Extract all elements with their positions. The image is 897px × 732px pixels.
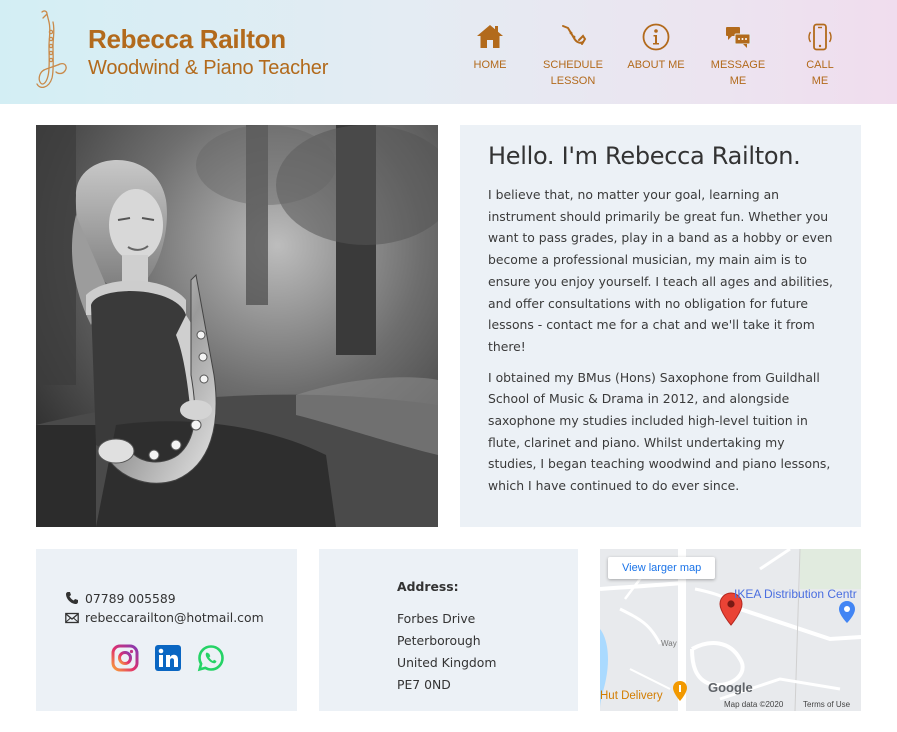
address-card: Address: Forbes Drive Peterborough Unite… xyxy=(319,549,578,711)
phone-handset-icon xyxy=(66,592,78,604)
bio-paragraph-2: I obtained my BMus (Hons) Saxophone from… xyxy=(488,369,831,494)
address-line: Forbes Drive xyxy=(397,611,476,626)
bio-heading: Hello. I'm Rebecca Railton. xyxy=(488,142,801,170)
address-line: United Kingdom xyxy=(397,655,497,670)
instagram-icon[interactable] xyxy=(111,644,139,676)
chat-icon xyxy=(726,27,751,48)
map-road-label: Way xyxy=(661,639,677,648)
nav-schedule-lesson[interactable]: SCHEDULE LESSON xyxy=(540,22,606,89)
email-row[interactable]: rebeccarailton@hotmail.com xyxy=(65,610,264,625)
linkedin-icon[interactable] xyxy=(154,644,182,676)
whatsapp-icon[interactable] xyxy=(197,644,225,676)
view-larger-map-button[interactable]: View larger map xyxy=(608,557,716,579)
saxophone-icon xyxy=(562,25,587,45)
site-header: Rebecca Railton Woodwind & Piano Teacher… xyxy=(0,0,897,104)
phone-icon xyxy=(808,23,832,51)
map-terms-link[interactable]: Terms of Use xyxy=(803,700,850,709)
envelope-icon xyxy=(65,612,79,624)
bio-paragraph-1: I believe that, no matter your goal, lea… xyxy=(488,187,833,354)
email-address: rebeccarailton@hotmail.com xyxy=(85,610,264,625)
social-links xyxy=(111,644,235,676)
nav-about-me[interactable]: ABOUT ME xyxy=(627,22,685,73)
contact-card: 07789 005589 rebeccarailton@hotmail.com xyxy=(36,549,297,711)
nav-message-me[interactable]: MESSAGE ME xyxy=(704,22,772,89)
phone-number: 07789 005589 xyxy=(85,591,176,606)
address-line: Peterborough xyxy=(397,633,481,648)
location-map[interactable]: View larger map IKEA Distribution Centr … xyxy=(600,549,861,711)
address-line: PE7 0ND xyxy=(397,677,451,692)
phone-row[interactable]: 07789 005589 xyxy=(65,591,176,606)
main-nav: HOME SCHEDULE LESSON ABOUT ME MESSAGE ME… xyxy=(0,22,897,92)
google-logo: Google xyxy=(708,680,753,695)
profile-photo xyxy=(36,125,438,527)
nav-call-me[interactable]: CALL ME xyxy=(797,22,843,89)
address-title: Address: xyxy=(397,579,459,594)
bio-panel: Hello. I'm Rebecca Railton. I believe th… xyxy=(460,125,861,527)
map-poi-label: Hut Delivery xyxy=(600,690,663,702)
nav-home[interactable]: HOME xyxy=(473,22,507,73)
map-attribution: Map data ©2020 xyxy=(724,700,784,709)
home-icon xyxy=(477,25,503,48)
map-place-label: IKEA Distribution Centr xyxy=(734,587,857,601)
info-icon xyxy=(642,23,670,51)
